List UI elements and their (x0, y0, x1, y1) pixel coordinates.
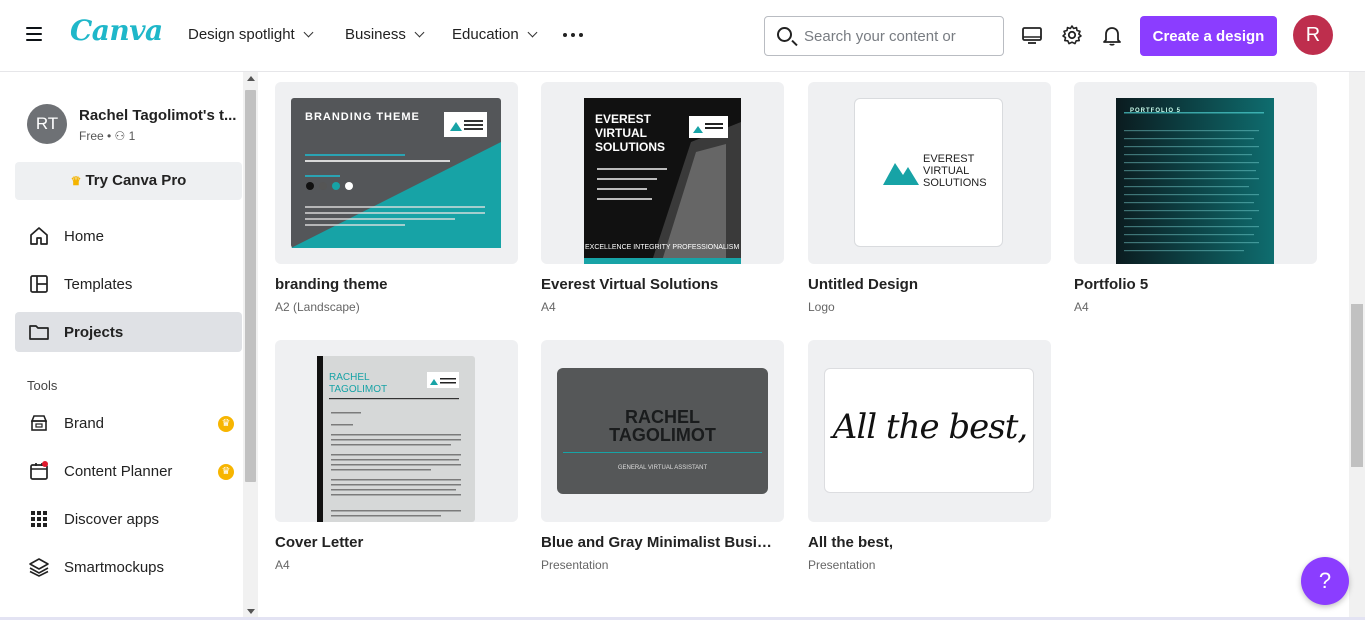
design-type: A2 (Landscape) (275, 300, 360, 314)
nav-education[interactable]: Education (452, 26, 538, 43)
thumbnail-subheading: GENERAL VIRTUAL ASSISTANT (617, 465, 708, 471)
cover-letter-preview (317, 356, 475, 522)
search-icon (777, 27, 792, 42)
scrollbar-thumb[interactable] (245, 90, 256, 482)
scrollbar-thumb[interactable] (1351, 304, 1363, 467)
design-type: A4 (1074, 300, 1089, 314)
sidebar-item-discover-apps[interactable]: Discover apps (15, 499, 242, 539)
chevron-down-icon (303, 27, 314, 38)
design-card[interactable]: All the best, All the best, Presentation (808, 340, 1051, 572)
top-bar: Canva Design spotlight Business Educatio… (0, 0, 1365, 72)
chevron-down-icon (414, 27, 425, 38)
logo-text: EVEREST VIRTUAL SOLUTIONS (923, 153, 987, 189)
help-button[interactable]: ? (1301, 557, 1349, 605)
templates-icon (30, 275, 48, 293)
calendar-icon (30, 461, 48, 480)
thumbnail-heading: BRANDING THEME (305, 111, 420, 123)
scroll-up-icon[interactable] (247, 76, 255, 81)
apps-grid-icon (31, 511, 47, 527)
design-type: A4 (275, 558, 290, 572)
design-title[interactable]: branding theme (275, 276, 515, 293)
search-box[interactable] (764, 16, 1004, 56)
create-design-button[interactable]: Create a design (1140, 16, 1277, 56)
design-title[interactable]: Blue and Gray Minimalist Busines... (541, 534, 781, 551)
sidebar-item-smartmockups[interactable]: Smartmockups (15, 547, 242, 587)
team-meta: Free • ⚇ 1 (79, 129, 136, 143)
design-thumbnail[interactable]: RACHEL TAGOLIMOT GENERAL VIRTUAL ASSISTA… (541, 340, 784, 522)
team-switcher[interactable]: RT Rachel Tagolimot's t... Free • ⚇ 1 (27, 103, 237, 149)
folder-icon (29, 325, 49, 340)
design-thumbnail[interactable]: BRANDING THEME (275, 82, 518, 264)
main-scrollbar[interactable] (1349, 72, 1365, 620)
thumbnail-heading: PORTFOLIO 5 (1130, 108, 1182, 114)
nav-design-spotlight[interactable]: Design spotlight (188, 26, 314, 43)
sidebar-item-templates[interactable]: Templates (15, 264, 242, 304)
design-card[interactable]: EVEREST VIRTUAL SOLUTIONS EXCELLENCE INT… (541, 82, 784, 314)
layers-icon (29, 558, 49, 577)
brand-icon (30, 415, 48, 431)
divider (563, 452, 762, 453)
sidebar-scrollbar[interactable] (243, 72, 258, 620)
everest-flyer-preview (584, 98, 741, 264)
design-thumbnail[interactable]: RACHEL TAGOLIMOT (275, 340, 518, 522)
scroll-down-icon[interactable] (247, 609, 255, 614)
thumbnail-heading: RACHEL TAGOLIMOT (609, 407, 716, 445)
chevron-down-icon (527, 27, 538, 38)
portfolio-preview (1116, 98, 1274, 264)
design-title[interactable]: Untitled Design (808, 276, 1048, 293)
sidebar-item-projects[interactable]: Projects (15, 312, 242, 352)
design-card[interactable]: BRANDING THEME branding theme A2 (Landsc… (275, 82, 518, 314)
thumbnail-heading: EVEREST VIRTUAL SOLUTIONS (595, 112, 666, 154)
design-title[interactable]: Cover Letter (275, 534, 515, 551)
bell-icon[interactable] (1101, 24, 1123, 46)
mountain-logo-icon (883, 163, 919, 185)
team-avatar: RT (27, 104, 67, 144)
sidebar-item-content-planner[interactable]: Content Planner ♛ (15, 451, 242, 491)
design-title[interactable]: Everest Virtual Solutions (541, 276, 781, 293)
search-input[interactable] (804, 26, 994, 46)
design-card[interactable]: PORTFOLIO 5 Portfolio 5 A4 (1074, 82, 1317, 314)
design-thumbnail[interactable]: EVEREST VIRTUAL SOLUTIONS (808, 82, 1051, 264)
designs-grid: BRANDING THEME branding theme A2 (Landsc… (258, 72, 1349, 620)
thumbnail-footer: EXCELLENCE INTEGRITY PROFESSIONALISM ACC… (585, 244, 740, 251)
sidebar-item-brand[interactable]: Brand ♛ (15, 403, 242, 443)
design-thumbnail[interactable]: All the best, (808, 340, 1051, 522)
design-type: Presentation (808, 558, 876, 572)
design-type: Logo (808, 300, 835, 314)
design-thumbnail[interactable]: EVEREST VIRTUAL SOLUTIONS EXCELLENCE INT… (541, 82, 784, 264)
sidebar: RT Rachel Tagolimot's t... Free • ⚇ 1 ♛ T… (0, 72, 258, 620)
thumbnail-script-text: All the best, (832, 407, 1028, 447)
more-icon[interactable] (563, 33, 583, 37)
crown-icon: ♛ (70, 174, 82, 188)
crown-icon: ♛ (218, 416, 234, 432)
design-card[interactable]: EVEREST VIRTUAL SOLUTIONS Untitled Desig… (808, 82, 1051, 314)
crown-icon: ♛ (218, 464, 234, 480)
design-title[interactable]: All the best, (808, 534, 1048, 551)
home-icon (30, 227, 48, 245)
design-thumbnail[interactable]: PORTFOLIO 5 (1074, 82, 1317, 264)
design-card[interactable]: RACHEL TAGOLIMOT GENERAL VIRTUAL ASSISTA… (541, 340, 784, 572)
nav-business[interactable]: Business (345, 26, 425, 43)
design-type: A4 (541, 300, 556, 314)
gear-icon[interactable] (1061, 24, 1083, 46)
team-name: Rachel Tagolimot's t... (79, 107, 237, 124)
presentation-preview: RACHEL TAGOLIMOT GENERAL VIRTUAL ASSISTA… (557, 368, 768, 494)
logo-preview: EVEREST VIRTUAL SOLUTIONS (854, 98, 1003, 247)
thumbnail-heading: RACHEL TAGOLIMOT (329, 372, 388, 395)
tools-heading: Tools (27, 378, 58, 393)
desktop-icon[interactable] (1021, 24, 1043, 46)
branding-theme-preview (291, 98, 501, 248)
design-card[interactable]: RACHEL TAGOLIMOT Cover Letter A4 (275, 340, 518, 572)
sidebar-item-home[interactable]: Home (15, 216, 242, 256)
try-canva-pro-button[interactable]: ♛ Try Canva Pro (15, 162, 242, 200)
design-title[interactable]: Portfolio 5 (1074, 276, 1314, 293)
design-type: Presentation (541, 558, 609, 572)
presentation-preview: All the best, (824, 368, 1034, 493)
menu-icon[interactable] (26, 27, 42, 43)
canva-logo[interactable]: Canva (70, 14, 163, 47)
user-avatar[interactable]: R (1293, 15, 1333, 55)
